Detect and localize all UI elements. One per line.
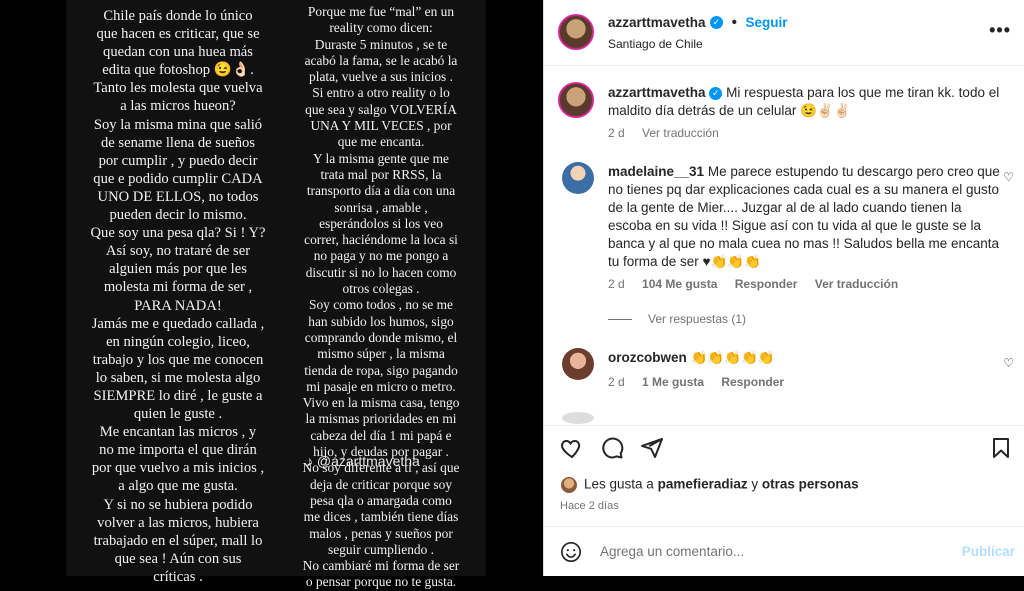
emoji-icon[interactable] (560, 541, 582, 563)
likes-summary: Les gusta a pamefieradiaz y otras person… (560, 476, 859, 494)
comment-meta: 2 d 1 Me gusta Responder (608, 375, 798, 389)
comment-username[interactable]: madelaine__31 (608, 164, 704, 179)
caption-avatar[interactable] (558, 82, 594, 118)
verified-icon: ✓ (709, 86, 723, 100)
story-text-right: Porque me fue “mal” en un reality como d… (302, 4, 460, 590)
action-bar (544, 425, 1024, 471)
commenter-avatar[interactable] (562, 162, 594, 194)
comment-text: 👏👏👏👏👏 (690, 350, 775, 365)
verified-icon: ✓ (710, 16, 723, 30)
story-text-left: Chile país donde lo único que hacen es c… (90, 8, 266, 585)
comment: madelaine__31 Me parece estupendo tu des… (608, 163, 1000, 271)
commenter-avatar[interactable] (562, 348, 594, 380)
story-image: Chile país donde lo único que hacen es c… (66, 0, 486, 589)
liker-username[interactable]: pamefieradiaz (658, 477, 748, 492)
tiktok-icon: ♪ (306, 453, 313, 469)
commenter-avatar (562, 412, 594, 424)
comment-time: 2 d (608, 277, 625, 291)
comment-meta: 2 d 104 Me gusta Responder Ver traducció… (608, 277, 912, 291)
comment-time: 2 d (608, 375, 625, 389)
caption-translate[interactable]: Ver traducción (642, 126, 719, 140)
caption-meta: 2 d Ver traducción (608, 126, 733, 140)
post-panel: azzarttmavetha ✓ • Seguir Santiago de Ch… (543, 0, 1024, 576)
caption-time: 2 d (608, 126, 625, 140)
location[interactable]: Santiago de Chile (608, 37, 703, 51)
comment-input[interactable]: Agrega un comentario... (600, 544, 744, 559)
follow-button[interactable]: Seguir (746, 15, 788, 30)
comment-username[interactable]: orozcobwen (608, 350, 687, 365)
caption: azzarttmavetha ✓ Mi respuesta para los q… (608, 84, 1008, 120)
caption-username[interactable]: azzarttmavetha (608, 85, 706, 100)
avatar[interactable] (558, 14, 594, 50)
share-send-icon[interactable] (640, 436, 664, 460)
post-header: azzarttmavetha ✓ • Seguir Santiago de Ch… (544, 0, 1024, 66)
story-watermark: ♪ @azarttmavetha (306, 453, 420, 469)
comment-likes[interactable]: 104 Me gusta (642, 277, 717, 291)
more-options-icon[interactable]: ••• (989, 20, 1011, 41)
header-username[interactable]: azzarttmavetha (608, 15, 706, 30)
publish-button[interactable]: Publicar (962, 544, 1015, 559)
comment-translate[interactable]: Ver traducción (815, 277, 898, 291)
comment-text: Me parece estupendo tu descargo pero cre… (608, 164, 1000, 269)
likes-others-link[interactable]: otras personas (762, 477, 859, 492)
reply-button[interactable]: Responder (735, 277, 798, 291)
comment-like-icon[interactable]: ♡ (1003, 170, 1014, 184)
liker-avatar[interactable] (560, 476, 578, 494)
media-panel: Chile país donde lo único que hacen es c… (0, 0, 543, 589)
comment: orozcobwen 👏👏👏👏👏 (608, 349, 1000, 367)
save-bookmark-icon[interactable] (989, 436, 1013, 460)
reply-button[interactable]: Responder (721, 375, 784, 389)
comment-bubble-icon[interactable] (600, 436, 624, 460)
comment-like-icon[interactable]: ♡ (1003, 356, 1014, 370)
post-time[interactable]: Hace 2 días (560, 500, 619, 512)
add-comment-bar: Agrega un comentario... Publicar (544, 526, 1024, 576)
view-replies[interactable]: Ver respuestas (1) (608, 312, 746, 326)
comment-likes[interactable]: 1 Me gusta (642, 375, 704, 389)
like-heart-icon[interactable] (560, 436, 584, 460)
